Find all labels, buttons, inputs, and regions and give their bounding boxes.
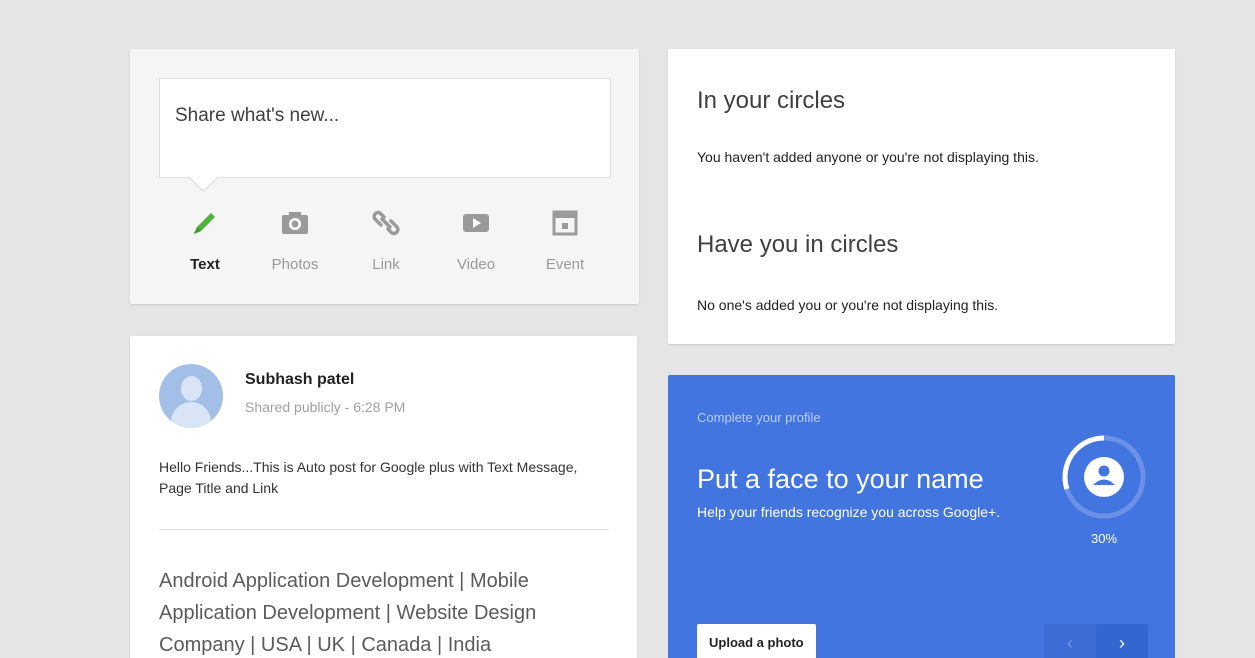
share-option-label: Video	[456, 256, 496, 273]
share-option-event[interactable]: Event	[530, 203, 600, 273]
upload-photo-button[interactable]: Upload a photo	[697, 624, 816, 658]
share-options: Text Photos Link Video Event	[170, 203, 600, 283]
share-pointer	[189, 177, 217, 191]
user-icon	[1098, 465, 1110, 477]
avatar-body	[171, 402, 211, 428]
post-text: Hello Friends...This is Auto post for Go…	[159, 459, 578, 496]
share-option-label: Event	[545, 256, 585, 273]
have-circles-text: No one's added you or you're not display…	[697, 297, 999, 313]
share-option-label: Text	[190, 256, 220, 273]
post-divider	[159, 529, 609, 530]
post-visibility[interactable]: Shared publicly	[245, 399, 341, 415]
profile-title: Put a face to your name	[697, 464, 984, 494]
avatar[interactable]	[159, 364, 223, 428]
user-icon-bg	[1084, 457, 1124, 497]
profile-subtitle: Complete your profile	[697, 410, 821, 425]
camera-icon	[260, 203, 330, 243]
post-link-title[interactable]: Android Application Development | Mobile…	[159, 565, 609, 658]
post-card: Subhash patel Shared publicly - 6:28 PM …	[130, 336, 637, 658]
calendar-icon	[530, 203, 600, 243]
share-option-text[interactable]: Text	[170, 203, 240, 273]
profile-progress-label: 30%	[1090, 531, 1118, 546]
share-option-video[interactable]: Video	[441, 203, 511, 273]
post-time[interactable]: 6:28 PM	[353, 399, 405, 415]
share-option-link[interactable]: Link	[351, 203, 421, 273]
next-button[interactable]: ›	[1096, 624, 1148, 658]
in-circles-title: In your circles	[697, 87, 846, 114]
post-meta: Shared publicly - 6:28 PM	[245, 399, 405, 415]
post-meta-separator: -	[344, 399, 350, 415]
in-circles-text: You haven't added anyone or you're not d…	[697, 149, 1039, 165]
share-option-label: Photos	[271, 256, 319, 273]
complete-profile-card: Complete your profile Put a face to your…	[668, 375, 1175, 658]
share-option-label: Link	[372, 256, 400, 273]
link-icon	[351, 203, 421, 243]
avatar-head	[181, 376, 202, 401]
share-box: Share what's new... Text Photos Link Vid…	[130, 49, 639, 304]
pencil-icon	[170, 203, 240, 243]
prev-button[interactable]: ‹	[1044, 624, 1096, 658]
profile-text: Help your friends recognize you across G…	[697, 504, 1001, 520]
have-circles-title: Have you in circles	[697, 231, 899, 258]
share-input[interactable]: Share what's new...	[159, 78, 611, 178]
circles-card: In your circles You haven't added anyone…	[668, 49, 1175, 344]
post-author[interactable]: Subhash patel	[245, 371, 354, 389]
video-icon	[441, 203, 511, 243]
progress-ring	[1062, 435, 1146, 519]
share-option-photos[interactable]: Photos	[260, 203, 330, 273]
